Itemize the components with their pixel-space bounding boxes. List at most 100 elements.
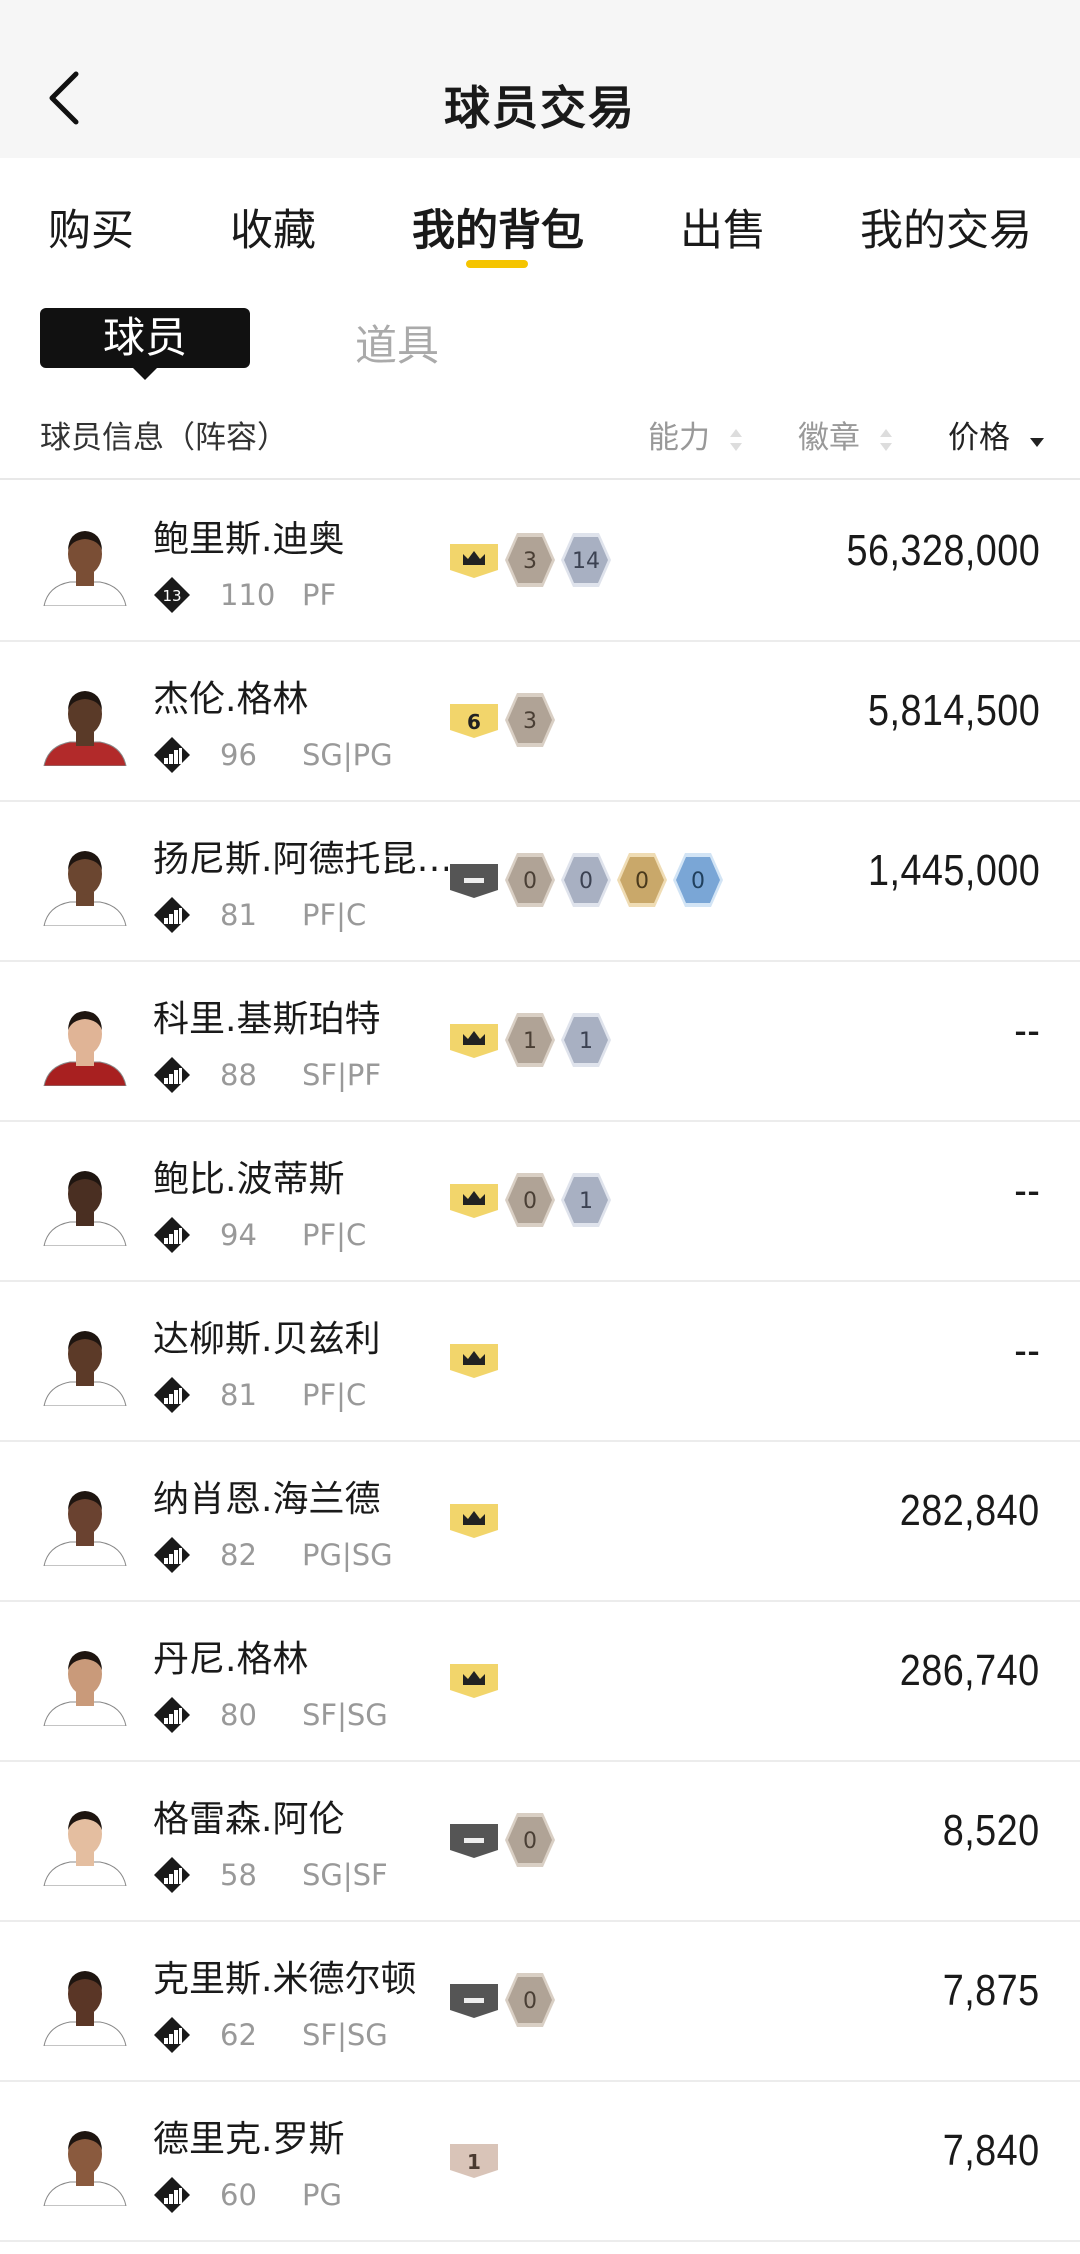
svg-text:1: 1 [579,1189,593,1214]
main-tabs: 购买 收藏 我的背包 出售 我的交易 [0,158,1080,276]
player-row[interactable]: 克里斯.米德尔顿 62 SF|SG 0 7,875 [0,1922,1080,2082]
player-name: 杰伦.格林 [153,679,309,720]
player-ability: 96 [220,738,257,772]
sort-price-label: 价格 [948,420,1010,456]
player-avatar [40,676,130,767]
svg-text:0: 0 [523,1189,537,1214]
player-price: -- [1013,1006,1040,1055]
svg-text:1: 1 [467,2150,481,2174]
top-bar: 球员交易 [0,0,1080,158]
tier-number-icon: 13 [153,576,191,614]
player-price: 56,328,000 [846,526,1040,575]
player-avatar [40,996,130,1087]
player-price: 1,445,000 [867,846,1040,895]
tier-bars-icon [153,1696,191,1734]
svg-text:3: 3 [523,709,537,734]
subtab-players-label: 球员 [102,313,187,362]
tier-bars-icon [153,2176,191,2214]
player-row[interactable]: 格雷森.阿伦 58 SG|SF 0 8,520 [0,1762,1080,1922]
player-position: PF [302,578,337,612]
player-name: 鲍里斯.迪奥 [153,519,345,560]
silver-badge-icon: 14 [560,532,612,592]
player-name: 科里.基斯珀特 [153,999,381,1040]
svg-text:13: 13 [162,587,181,605]
player-price: 282,840 [900,1486,1040,1535]
player-row[interactable]: 纳肖恩.海兰德 82 PG|SG 282,840 [0,1442,1080,1602]
tier-bars-icon [153,1856,191,1894]
player-price: 286,740 [900,1646,1040,1695]
player-name: 丹尼.格林 [153,1639,309,1680]
svg-text:3: 3 [523,549,537,574]
svg-text:0: 0 [523,1829,537,1854]
player-ability: 81 [220,1378,257,1412]
player-avatar [40,1956,130,2047]
player-row[interactable]: 达柳斯.贝兹利 81 PF|C -- [0,1282,1080,1442]
player-row[interactable]: 鲍里斯.迪奥 13 110 PF 3 14 56,328,000 [0,482,1080,642]
tab-my-trades[interactable]: 我的交易 [860,196,1032,258]
crown-badge-icon [448,1492,500,1552]
sort-updown-icon [879,428,892,451]
pink-badge-icon: 1 [448,2132,500,2192]
svg-text:0: 0 [635,869,649,894]
player-row[interactable]: 扬尼斯.阿德托昆… 81 PF|C 0 0 0 0 1,445,000 [0,802,1080,962]
subtab-items[interactable]: 道具 [355,312,439,373]
player-name: 扬尼斯.阿德托昆… [153,839,448,880]
svg-text:0: 0 [691,869,705,894]
svg-text:1: 1 [523,1029,537,1054]
player-name: 鲍比.波蒂斯 [153,1159,345,1200]
sort-ability[interactable]: 能力 [648,412,744,457]
bronze-badge-icon: 1 [504,1012,556,1072]
player-row[interactable]: 杰伦.格林 96 SG|PG 6 3 5,814,500 [0,642,1080,802]
tab-favorites[interactable]: 收藏 [230,196,316,258]
player-price: 8,520 [943,1806,1040,1855]
column-player-info: 球员信息（阵容） [40,420,288,456]
player-row[interactable]: 德里克.罗斯 60 PG 1 7,840 [0,2082,1080,2242]
player-avatar [40,1156,130,1247]
bronze-badge-icon: 3 [504,532,556,592]
player-position: SF|SG [302,1698,388,1732]
sort-price[interactable]: 价格 [948,412,1046,457]
player-avatar [40,1796,130,1887]
dark-badge-icon [448,852,500,912]
sort-badge-label: 徽章 [798,420,860,456]
page-title: 球员交易 [444,81,636,135]
player-name: 克里斯.米德尔顿 [153,1959,417,2000]
dark-badge-icon [448,1812,500,1872]
svg-text:0: 0 [523,869,537,894]
tier-bars-icon [153,896,191,934]
subtab-players[interactable]: 球员 [40,308,250,380]
player-position: PF|C [302,898,367,932]
player-row[interactable]: 科里.基斯珀特 88 SF|PF 1 1 -- [0,962,1080,1122]
tab-my-backpack[interactable]: 我的背包 [412,196,584,258]
tier-bars-icon [153,1056,191,1094]
player-price: -- [1013,1166,1040,1215]
player-name: 达柳斯.贝兹利 [153,1319,381,1360]
crown-badge-icon [448,1652,500,1712]
player-position: SG|PG [302,738,393,772]
player-position: PF|C [302,1378,367,1412]
gold-badge-icon: 6 [448,692,500,752]
sort-updown-icon [729,428,742,451]
player-avatar [40,516,130,607]
player-row[interactable]: 鲍比.波蒂斯 94 PF|C 0 1 -- [0,1122,1080,1282]
sort-badge[interactable]: 徽章 [798,412,894,457]
crown-badge-icon [448,1012,500,1072]
tab-sell[interactable]: 出售 [680,196,766,258]
dark-badge-icon [448,1972,500,2032]
player-avatar [40,1476,130,1567]
player-position: SF|SG [302,2018,388,2052]
silver-badge-icon: 1 [560,1172,612,1232]
player-price: -- [1013,1326,1040,1375]
player-name: 格雷森.阿伦 [153,1799,345,1840]
sub-tabs: 球员 道具 [0,276,1080,386]
silver-badge-icon: 1 [560,1012,612,1072]
silver-badge-icon: 0 [560,852,612,912]
crown-badge-icon [448,532,500,592]
player-ability: 81 [220,898,257,932]
tier-bars-icon [153,1536,191,1574]
blue-badge-icon: 0 [672,852,724,912]
crown-badge-icon [448,1332,500,1392]
tab-buy[interactable]: 购买 [48,196,134,258]
player-row[interactable]: 丹尼.格林 80 SF|SG 286,740 [0,1602,1080,1762]
player-name: 德里克.罗斯 [153,2119,345,2160]
